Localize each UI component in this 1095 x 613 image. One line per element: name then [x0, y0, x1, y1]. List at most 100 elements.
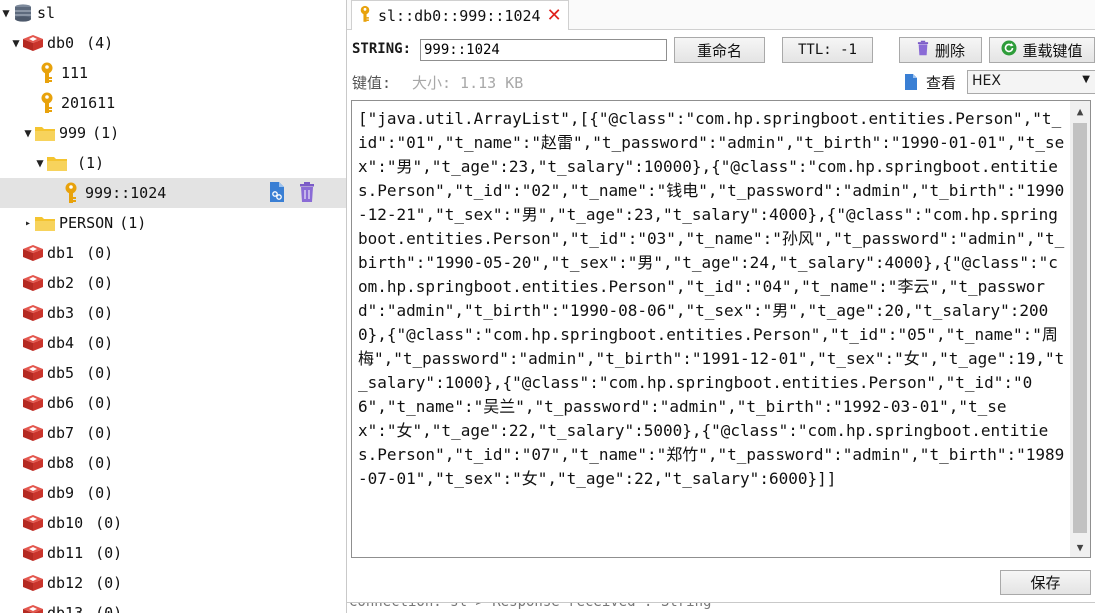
key-name-input[interactable]: [420, 39, 667, 61]
key-icon: [36, 62, 58, 84]
key-label: 111: [61, 64, 89, 82]
tab-bar: sl::db0::999::1024 ✕: [347, 0, 1095, 30]
redis-db-icon: [22, 572, 44, 594]
tree-db-row[interactable]: db11 (0): [0, 538, 346, 568]
tree-db-row[interactable]: db10 (0): [0, 508, 346, 538]
tree-db0-row[interactable]: ▼ db0 (4): [0, 28, 346, 58]
scroll-up-icon[interactable]: ▲: [1070, 101, 1090, 121]
db-count: (0): [86, 424, 114, 442]
db-count: (0): [86, 364, 114, 382]
db-count: (0): [95, 604, 123, 613]
expand-arrow-icon[interactable]: ▼: [22, 126, 34, 140]
tree-folder-empty-row[interactable]: ▼ (1): [0, 148, 346, 178]
key-type-label: STRING:: [352, 41, 412, 57]
db-count: (0): [95, 574, 123, 592]
expand-arrow-icon[interactable]: ▼: [34, 156, 46, 170]
chevron-down-icon: ▼: [1082, 74, 1090, 85]
tree-db-row[interactable]: db8 (0): [0, 448, 346, 478]
ttl-button[interactable]: TTL: -1: [782, 37, 873, 63]
db-label: db6: [47, 394, 75, 412]
redis-db-icon: [22, 482, 44, 504]
save-button-label: 保存: [1030, 574, 1061, 592]
reload-button[interactable]: 重载键值: [989, 37, 1095, 63]
tree-db-row[interactable]: db4 (0): [0, 328, 346, 358]
value-size-label: 大小: 1.13 KB: [412, 74, 524, 92]
tree-key-row[interactable]: 201611: [0, 88, 346, 118]
tree-db-row[interactable]: db13 (0): [0, 598, 346, 613]
ttl-button-label: TTL: -1: [797, 42, 857, 58]
tree-db-row[interactable]: db5 (0): [0, 358, 346, 388]
tree-selected-key-row[interactable]: 999::1024: [0, 178, 346, 208]
tree-db-row[interactable]: db1 (0): [0, 238, 346, 268]
server-label: sl: [37, 4, 56, 22]
trash-icon: [916, 40, 930, 60]
db-label: db11: [47, 544, 84, 562]
expand-arrow-icon[interactable]: ▼: [10, 36, 22, 50]
redis-db-icon: [22, 392, 44, 414]
value-text[interactable]: ["java.util.ArrayList",[{"@class":"com.h…: [358, 107, 1066, 491]
redis-db-icon: [22, 32, 44, 54]
collapsed-arrow-icon[interactable]: ▸: [22, 218, 34, 229]
copy-key-icon[interactable]: [268, 181, 286, 207]
view-mode-value: HEX: [972, 73, 1001, 89]
delete-button[interactable]: 删除: [899, 37, 982, 63]
redis-db-icon: [22, 302, 44, 324]
redis-db-icon: [22, 422, 44, 444]
close-icon[interactable]: ✕: [547, 6, 562, 25]
tree-db-row[interactable]: db7 (0): [0, 418, 346, 448]
redis-db-icon: [22, 512, 44, 534]
tree-db-row[interactable]: db3 (0): [0, 298, 346, 328]
folder-count: (1): [77, 154, 105, 172]
expand-arrow-icon[interactable]: ▼: [0, 6, 12, 20]
db0-label: db0: [47, 34, 75, 52]
reload-button-label: 重载键值: [1022, 41, 1083, 60]
redis-db-icon: [22, 242, 44, 264]
tab-label: sl::db0::999::1024: [378, 6, 541, 25]
scroll-down-icon[interactable]: ▼: [1070, 537, 1090, 557]
view-icon: [904, 73, 918, 95]
value-label: 键值:: [352, 74, 392, 92]
save-button[interactable]: 保存: [1000, 570, 1091, 595]
log-text: Connection: sl > Response received : Str…: [349, 602, 712, 610]
rename-button-label: 重命名: [696, 41, 742, 60]
db-count: (0): [86, 334, 114, 352]
tree-db-row[interactable]: db6 (0): [0, 388, 346, 418]
trash-icon[interactable]: [298, 181, 316, 207]
db-count: (0): [86, 244, 114, 262]
rename-button[interactable]: 重命名: [674, 37, 765, 63]
tree-folder-person-row[interactable]: ▸ PERSON (1): [0, 208, 346, 238]
key-detail-pane: sl::db0::999::1024 ✕ STRING: 重命名 TTL: -1…: [347, 0, 1095, 613]
db-label: db10: [47, 514, 84, 532]
folder-icon: [34, 122, 56, 144]
folder-label: 999: [59, 124, 87, 142]
redis-db-icon: [22, 272, 44, 294]
tree-db-row[interactable]: db9 (0): [0, 478, 346, 508]
tree-folder-999-row[interactable]: ▼ 999 (1): [0, 118, 346, 148]
scroll-thumb[interactable]: [1073, 123, 1087, 533]
key-icon: [36, 92, 58, 114]
tree-db-row[interactable]: db12 (0): [0, 568, 346, 598]
db-count: (0): [86, 304, 114, 322]
db-count: (0): [95, 544, 123, 562]
selected-key-label: 999::1024: [85, 184, 167, 202]
key-toolbar: STRING: 重命名 TTL: -1 删除 重载键值: [352, 37, 1095, 63]
db-label: db4: [47, 334, 75, 352]
db-label: db5: [47, 364, 75, 382]
tree-server-row[interactable]: ▼ sl: [0, 0, 346, 28]
key-icon: [60, 182, 82, 204]
view-mode-select[interactable]: HEX ▼: [967, 70, 1095, 94]
folder-label: PERSON: [59, 214, 114, 232]
tab-key[interactable]: sl::db0::999::1024 ✕: [351, 0, 569, 30]
folder-icon: [46, 152, 68, 174]
redis-db-icon: [22, 362, 44, 384]
tree-key-row[interactable]: 111: [0, 58, 346, 88]
value-info-bar: 键值: 大小: 1.13 KB 查看 HEX ▼: [352, 70, 1095, 95]
redis-db-icon: [22, 542, 44, 564]
tree-db-row[interactable]: db2 (0): [0, 268, 346, 298]
db-count: (0): [86, 274, 114, 292]
value-editor[interactable]: ["java.util.ArrayList",[{"@class":"com.h…: [351, 100, 1091, 558]
vertical-scrollbar[interactable]: ▲ ▼: [1070, 101, 1090, 557]
server-icon: [12, 2, 34, 24]
db-label: db7: [47, 424, 75, 442]
db-count: (0): [95, 514, 123, 532]
